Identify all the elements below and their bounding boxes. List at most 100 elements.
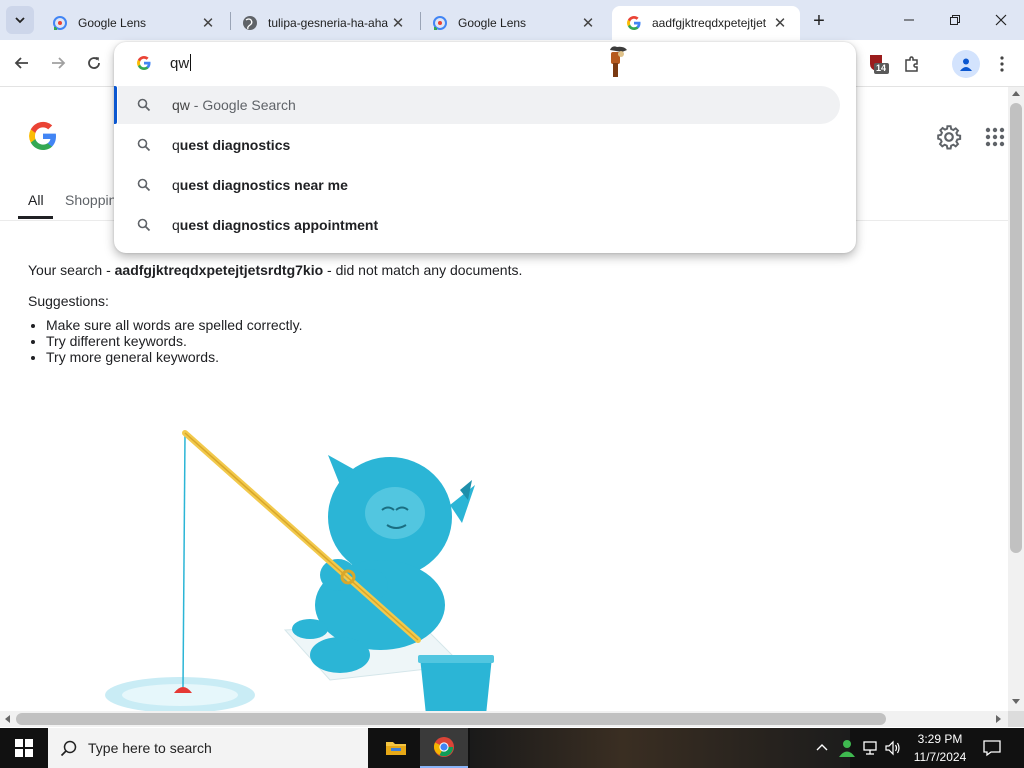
suggestion-item-3[interactable]: quest diagnostics appointment <box>118 206 840 244</box>
tip-item: Make sure all words are spelled correctl… <box>46 317 522 333</box>
suggestion-text: qw - Google Search <box>172 97 296 113</box>
taskbar-clock[interactable]: 3:29 PM 11/7/2024 <box>908 730 972 766</box>
tab-1[interactable]: Google Lens ✕ <box>38 6 228 40</box>
omnibox-input-value: qw <box>170 55 190 72</box>
suggestion-item-2[interactable]: quest diagnostics near me <box>118 166 840 204</box>
google-logo-icon[interactable] <box>27 120 59 152</box>
chrome-taskbar-button[interactable] <box>420 728 468 768</box>
tip-item: Try more general keywords. <box>46 349 522 365</box>
suggestion-rest: - Google Search <box>189 97 296 113</box>
chrome-icon <box>433 737 454 757</box>
puzzle-icon <box>905 56 918 72</box>
volume-tray-icon[interactable] <box>884 740 902 756</box>
forward-button[interactable] <box>43 48 73 78</box>
search-icon <box>137 218 151 232</box>
google-g-icon <box>627 15 641 30</box>
no-results-line: Your search - aadfgjktreqdxpetejtjetsrdt… <box>28 262 522 278</box>
search-icon <box>137 138 151 152</box>
show-hidden-icons-button[interactable] <box>814 740 830 756</box>
suggestion-item-1[interactable]: quest diagnostics <box>118 126 840 164</box>
scroll-left-arrow-icon[interactable] <box>5 715 10 723</box>
no-results-prefix: Your search - <box>28 262 115 278</box>
suggestion-prefix: qw <box>172 97 190 113</box>
tab-all[interactable]: All <box>28 192 44 208</box>
close-tab-icon[interactable]: ✕ <box>198 13 218 33</box>
close-tab-icon[interactable]: ✕ <box>388 13 408 33</box>
google-g-icon <box>137 55 151 70</box>
apps-button[interactable] <box>984 126 1006 148</box>
windows-taskbar: Type here to search 3:29 PM 11/7/2024 <box>0 728 1024 768</box>
scroll-down-arrow-icon[interactable] <box>1012 699 1020 704</box>
suggestion-text: quest diagnostics near me <box>172 177 348 193</box>
suggestion-prefix: q <box>172 217 180 233</box>
clock-date: 11/7/2024 <box>913 750 967 764</box>
suggestion-text: quest diagnostics appointment <box>172 217 378 233</box>
extension-badge-button[interactable]: 14 <box>866 52 890 76</box>
chrome-menu-button[interactable] <box>992 52 1012 76</box>
omnibox[interactable]: qw <box>114 42 856 84</box>
arrow-right-icon <box>52 57 66 69</box>
search-icon <box>137 178 151 192</box>
person-green-icon <box>839 740 855 757</box>
tab-3[interactable]: Google Lens ✕ <box>418 6 608 40</box>
tab-title: aadfgjktreqdxpetejtjet <box>652 16 767 30</box>
file-explorer-button[interactable] <box>372 728 420 768</box>
close-window-button[interactable] <box>978 0 1024 40</box>
suggestion-prefix: q <box>172 137 180 153</box>
user-tray-icon[interactable] <box>838 738 856 758</box>
close-tab-icon[interactable]: ✕ <box>770 13 790 33</box>
minimize-icon <box>904 19 914 21</box>
chevron-up-icon <box>816 744 828 751</box>
profile-button[interactable] <box>952 50 980 78</box>
chevron-down-icon <box>15 17 25 24</box>
tab-4-active[interactable]: aadfgjktreqdxpetejtjet ✕ <box>612 6 800 40</box>
no-results-suffix: - did not match any documents. <box>323 262 523 278</box>
clock-time: 3:29 PM <box>917 732 963 746</box>
suggestion-text: quest diagnostics <box>172 137 290 153</box>
taskbar-background <box>470 728 850 768</box>
speaker-icon <box>885 740 900 756</box>
settings-button[interactable] <box>936 124 962 150</box>
suggestion-prefix: q <box>172 177 180 193</box>
tab-all-label: All <box>28 192 44 208</box>
restore-icon <box>950 15 960 25</box>
minimize-button[interactable] <box>886 0 932 40</box>
reload-button[interactable] <box>79 48 109 78</box>
tab-strip: Google Lens ✕ tulipa-gesneria-ha-aha ✕ G… <box>0 0 1024 40</box>
suggestions-heading: Suggestions: <box>28 293 109 309</box>
text-caret <box>190 54 192 71</box>
tab-search-button[interactable] <box>6 6 34 34</box>
close-icon <box>995 14 1007 26</box>
vertical-scroll-thumb[interactable] <box>1010 103 1022 553</box>
arrow-left-icon <box>14 57 28 69</box>
start-button[interactable] <box>0 728 48 768</box>
extensions-button[interactable] <box>900 52 924 76</box>
horizontal-scroll-thumb[interactable] <box>16 713 886 725</box>
scroll-up-arrow-icon[interactable] <box>1012 91 1020 96</box>
omnibox-input[interactable]: qw <box>170 54 192 72</box>
mascot-figure-icon <box>610 46 627 77</box>
network-tray-icon[interactable] <box>862 740 880 756</box>
horizontal-scrollbar[interactable] <box>0 711 1008 727</box>
tab-2[interactable]: tulipa-gesneria-ha-aha ✕ <box>228 6 418 40</box>
omnibox-dropdown: qw qw - Google Search quest diagnostics … <box>114 42 856 253</box>
no-results-message: Your search - aadfgjktreqdxpetejtjetsrdt… <box>28 262 522 365</box>
tab-title: Google Lens <box>458 16 527 30</box>
new-tab-button[interactable]: + <box>806 8 832 34</box>
vertical-scrollbar[interactable] <box>1008 87 1024 711</box>
no-results-query: aadfgjktreqdxpetejtjetsrdtg7kio <box>114 262 324 278</box>
google-lens-icon <box>433 16 447 30</box>
tab-title: tulipa-gesneria-ha-aha <box>268 16 388 30</box>
close-tab-icon[interactable]: ✕ <box>578 13 598 33</box>
back-button[interactable] <box>7 48 37 78</box>
taskbar-search-box[interactable]: Type here to search <box>48 728 368 768</box>
tab-shopping[interactable]: Shoppin <box>65 192 116 208</box>
search-icon <box>60 740 77 757</box>
scroll-right-arrow-icon[interactable] <box>996 715 1001 723</box>
notifications-button[interactable] <box>982 738 1002 758</box>
suggestion-item-0[interactable]: qw - Google Search <box>114 86 840 124</box>
avatar-icon <box>960 58 972 71</box>
google-lens-icon <box>53 16 67 30</box>
globe-icon <box>243 16 257 30</box>
restore-button[interactable] <box>932 0 978 40</box>
